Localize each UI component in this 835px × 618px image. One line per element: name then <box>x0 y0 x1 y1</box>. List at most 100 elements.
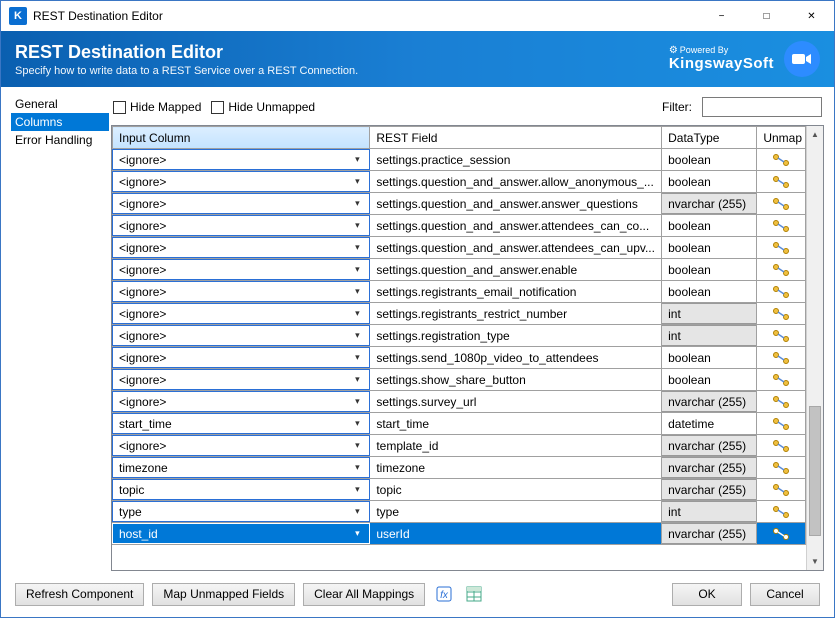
input-column-cell[interactable]: <ignore>▾ <box>112 325 370 346</box>
unmap-button[interactable] <box>757 171 805 192</box>
rest-field-cell[interactable]: type <box>370 501 661 522</box>
chevron-down-icon[interactable]: ▾ <box>349 282 365 301</box>
input-column-cell[interactable]: type▾ <box>112 501 370 522</box>
chevron-down-icon[interactable]: ▾ <box>349 216 365 235</box>
scroll-up-icon[interactable]: ▲ <box>807 126 823 143</box>
table-row[interactable]: <ignore>▾settings.practice_sessionboolea… <box>113 149 806 171</box>
chevron-down-icon[interactable]: ▾ <box>349 502 365 521</box>
table-row[interactable]: <ignore>▾settings.registrants_email_noti… <box>113 281 806 303</box>
chevron-down-icon[interactable]: ▾ <box>349 194 365 213</box>
unmap-button[interactable] <box>757 501 805 522</box>
table-row[interactable]: <ignore>▾settings.question_and_answer.at… <box>113 237 806 259</box>
input-column-cell[interactable]: <ignore>▾ <box>112 369 370 390</box>
unmap-button[interactable] <box>757 325 805 346</box>
unmap-button[interactable] <box>757 347 805 368</box>
chevron-down-icon[interactable]: ▾ <box>349 370 365 389</box>
input-column-cell[interactable]: <ignore>▾ <box>112 281 370 302</box>
chevron-down-icon[interactable]: ▾ <box>349 348 365 367</box>
chevron-down-icon[interactable]: ▾ <box>349 172 365 191</box>
table-row[interactable]: <ignore>▾settings.survey_urlnvarchar (25… <box>113 391 806 413</box>
table-row[interactable]: <ignore>▾settings.question_and_answer.al… <box>113 171 806 193</box>
minimize-button[interactable]: − <box>699 1 744 31</box>
chevron-down-icon[interactable]: ▾ <box>349 480 365 499</box>
col-header-datatype[interactable]: DataType <box>662 127 757 149</box>
input-column-cell[interactable]: start_time▾ <box>112 413 370 434</box>
rest-field-cell[interactable]: settings.practice_session <box>370 149 661 170</box>
input-column-cell[interactable]: timezone▾ <box>112 457 370 478</box>
rest-field-cell[interactable]: userId <box>370 523 661 544</box>
unmap-button[interactable] <box>757 413 805 434</box>
cancel-button[interactable]: Cancel <box>750 583 820 606</box>
col-header-rest[interactable]: REST Field <box>370 127 662 149</box>
chevron-down-icon[interactable]: ▾ <box>349 260 365 279</box>
table-row[interactable]: <ignore>▾template_idnvarchar (255) <box>113 435 806 457</box>
unmap-button[interactable] <box>757 523 805 544</box>
table-row[interactable]: host_id▾userIdnvarchar (255) <box>113 523 806 545</box>
maximize-button[interactable]: □ <box>744 1 789 31</box>
unmap-button[interactable] <box>757 479 805 500</box>
input-column-cell[interactable]: <ignore>▾ <box>112 391 370 412</box>
filter-input[interactable] <box>702 97 822 117</box>
input-column-cell[interactable]: <ignore>▾ <box>112 347 370 368</box>
chevron-down-icon[interactable]: ▾ <box>349 150 365 169</box>
table-row[interactable]: type▾typeint <box>113 501 806 523</box>
rest-field-cell[interactable]: settings.question_and_answer.attendees_c… <box>370 237 661 258</box>
rest-field-cell[interactable]: timezone <box>370 457 661 478</box>
input-column-cell[interactable]: <ignore>▾ <box>112 237 370 258</box>
table-row[interactable]: <ignore>▾settings.registrants_restrict_n… <box>113 303 806 325</box>
unmap-button[interactable] <box>757 391 805 412</box>
unmap-button[interactable] <box>757 215 805 236</box>
map-unmapped-fields-button[interactable]: Map Unmapped Fields <box>152 583 295 606</box>
close-button[interactable]: ✕ <box>789 1 834 31</box>
table-icon[interactable] <box>463 583 485 605</box>
input-column-cell[interactable]: <ignore>▾ <box>112 303 370 324</box>
unmap-button[interactable] <box>757 237 805 258</box>
input-column-cell[interactable]: topic▾ <box>112 479 370 500</box>
scroll-thumb[interactable] <box>809 406 821 536</box>
chevron-down-icon[interactable]: ▾ <box>349 326 365 345</box>
table-row[interactable]: <ignore>▾settings.send_1080p_video_to_at… <box>113 347 806 369</box>
table-row[interactable]: start_time▾start_timedatetime <box>113 413 806 435</box>
rest-field-cell[interactable]: settings.question_and_answer.enable <box>370 259 661 280</box>
chevron-down-icon[interactable]: ▾ <box>349 458 365 477</box>
unmap-button[interactable] <box>757 435 805 456</box>
rest-field-cell[interactable]: settings.survey_url <box>370 391 661 412</box>
rest-field-cell[interactable]: template_id <box>370 435 661 456</box>
chevron-down-icon[interactable]: ▾ <box>349 238 365 257</box>
hide-unmapped-checkbox[interactable]: Hide Unmapped <box>211 100 315 114</box>
input-column-cell[interactable]: <ignore>▾ <box>112 215 370 236</box>
unmap-button[interactable] <box>757 369 805 390</box>
refresh-component-button[interactable]: Refresh Component <box>15 583 144 606</box>
hide-mapped-checkbox[interactable]: Hide Mapped <box>113 100 201 114</box>
chevron-down-icon[interactable]: ▾ <box>349 436 365 455</box>
clear-all-mappings-button[interactable]: Clear All Mappings <box>303 583 425 606</box>
input-column-cell[interactable]: <ignore>▾ <box>112 193 370 214</box>
scroll-down-icon[interactable]: ▼ <box>807 553 823 570</box>
chevron-down-icon[interactable]: ▾ <box>349 304 365 323</box>
input-column-cell[interactable]: host_id▾ <box>112 523 370 544</box>
unmap-button[interactable] <box>757 303 805 324</box>
table-row[interactable]: timezone▾timezonenvarchar (255) <box>113 457 806 479</box>
input-column-cell[interactable]: <ignore>▾ <box>112 259 370 280</box>
chevron-down-icon[interactable]: ▾ <box>349 392 365 411</box>
sidebar-item-columns[interactable]: Columns <box>11 113 109 131</box>
unmap-button[interactable] <box>757 259 805 280</box>
sidebar-item-error-handling[interactable]: Error Handling <box>11 131 109 149</box>
rest-field-cell[interactable]: settings.question_and_answer.attendees_c… <box>370 215 661 236</box>
rest-field-cell[interactable]: settings.send_1080p_video_to_attendees <box>370 347 661 368</box>
col-header-input[interactable]: Input Column <box>113 127 370 149</box>
rest-field-cell[interactable]: settings.registrants_restrict_number <box>370 303 661 324</box>
table-row[interactable]: <ignore>▾settings.registration_typeint <box>113 325 806 347</box>
input-column-cell[interactable]: <ignore>▾ <box>112 171 370 192</box>
input-column-cell[interactable]: <ignore>▾ <box>112 149 370 170</box>
chevron-down-icon[interactable]: ▾ <box>349 414 365 433</box>
unmap-button[interactable] <box>757 149 805 170</box>
rest-field-cell[interactable]: settings.registration_type <box>370 325 661 346</box>
sidebar-item-general[interactable]: General <box>11 95 109 113</box>
chevron-down-icon[interactable]: ▾ <box>349 524 365 543</box>
table-row[interactable]: <ignore>▾settings.question_and_answer.en… <box>113 259 806 281</box>
unmap-button[interactable] <box>757 281 805 302</box>
fx-icon[interactable]: fx <box>433 583 455 605</box>
table-row[interactable]: <ignore>▾settings.show_share_buttonboole… <box>113 369 806 391</box>
unmap-button[interactable] <box>757 457 805 478</box>
